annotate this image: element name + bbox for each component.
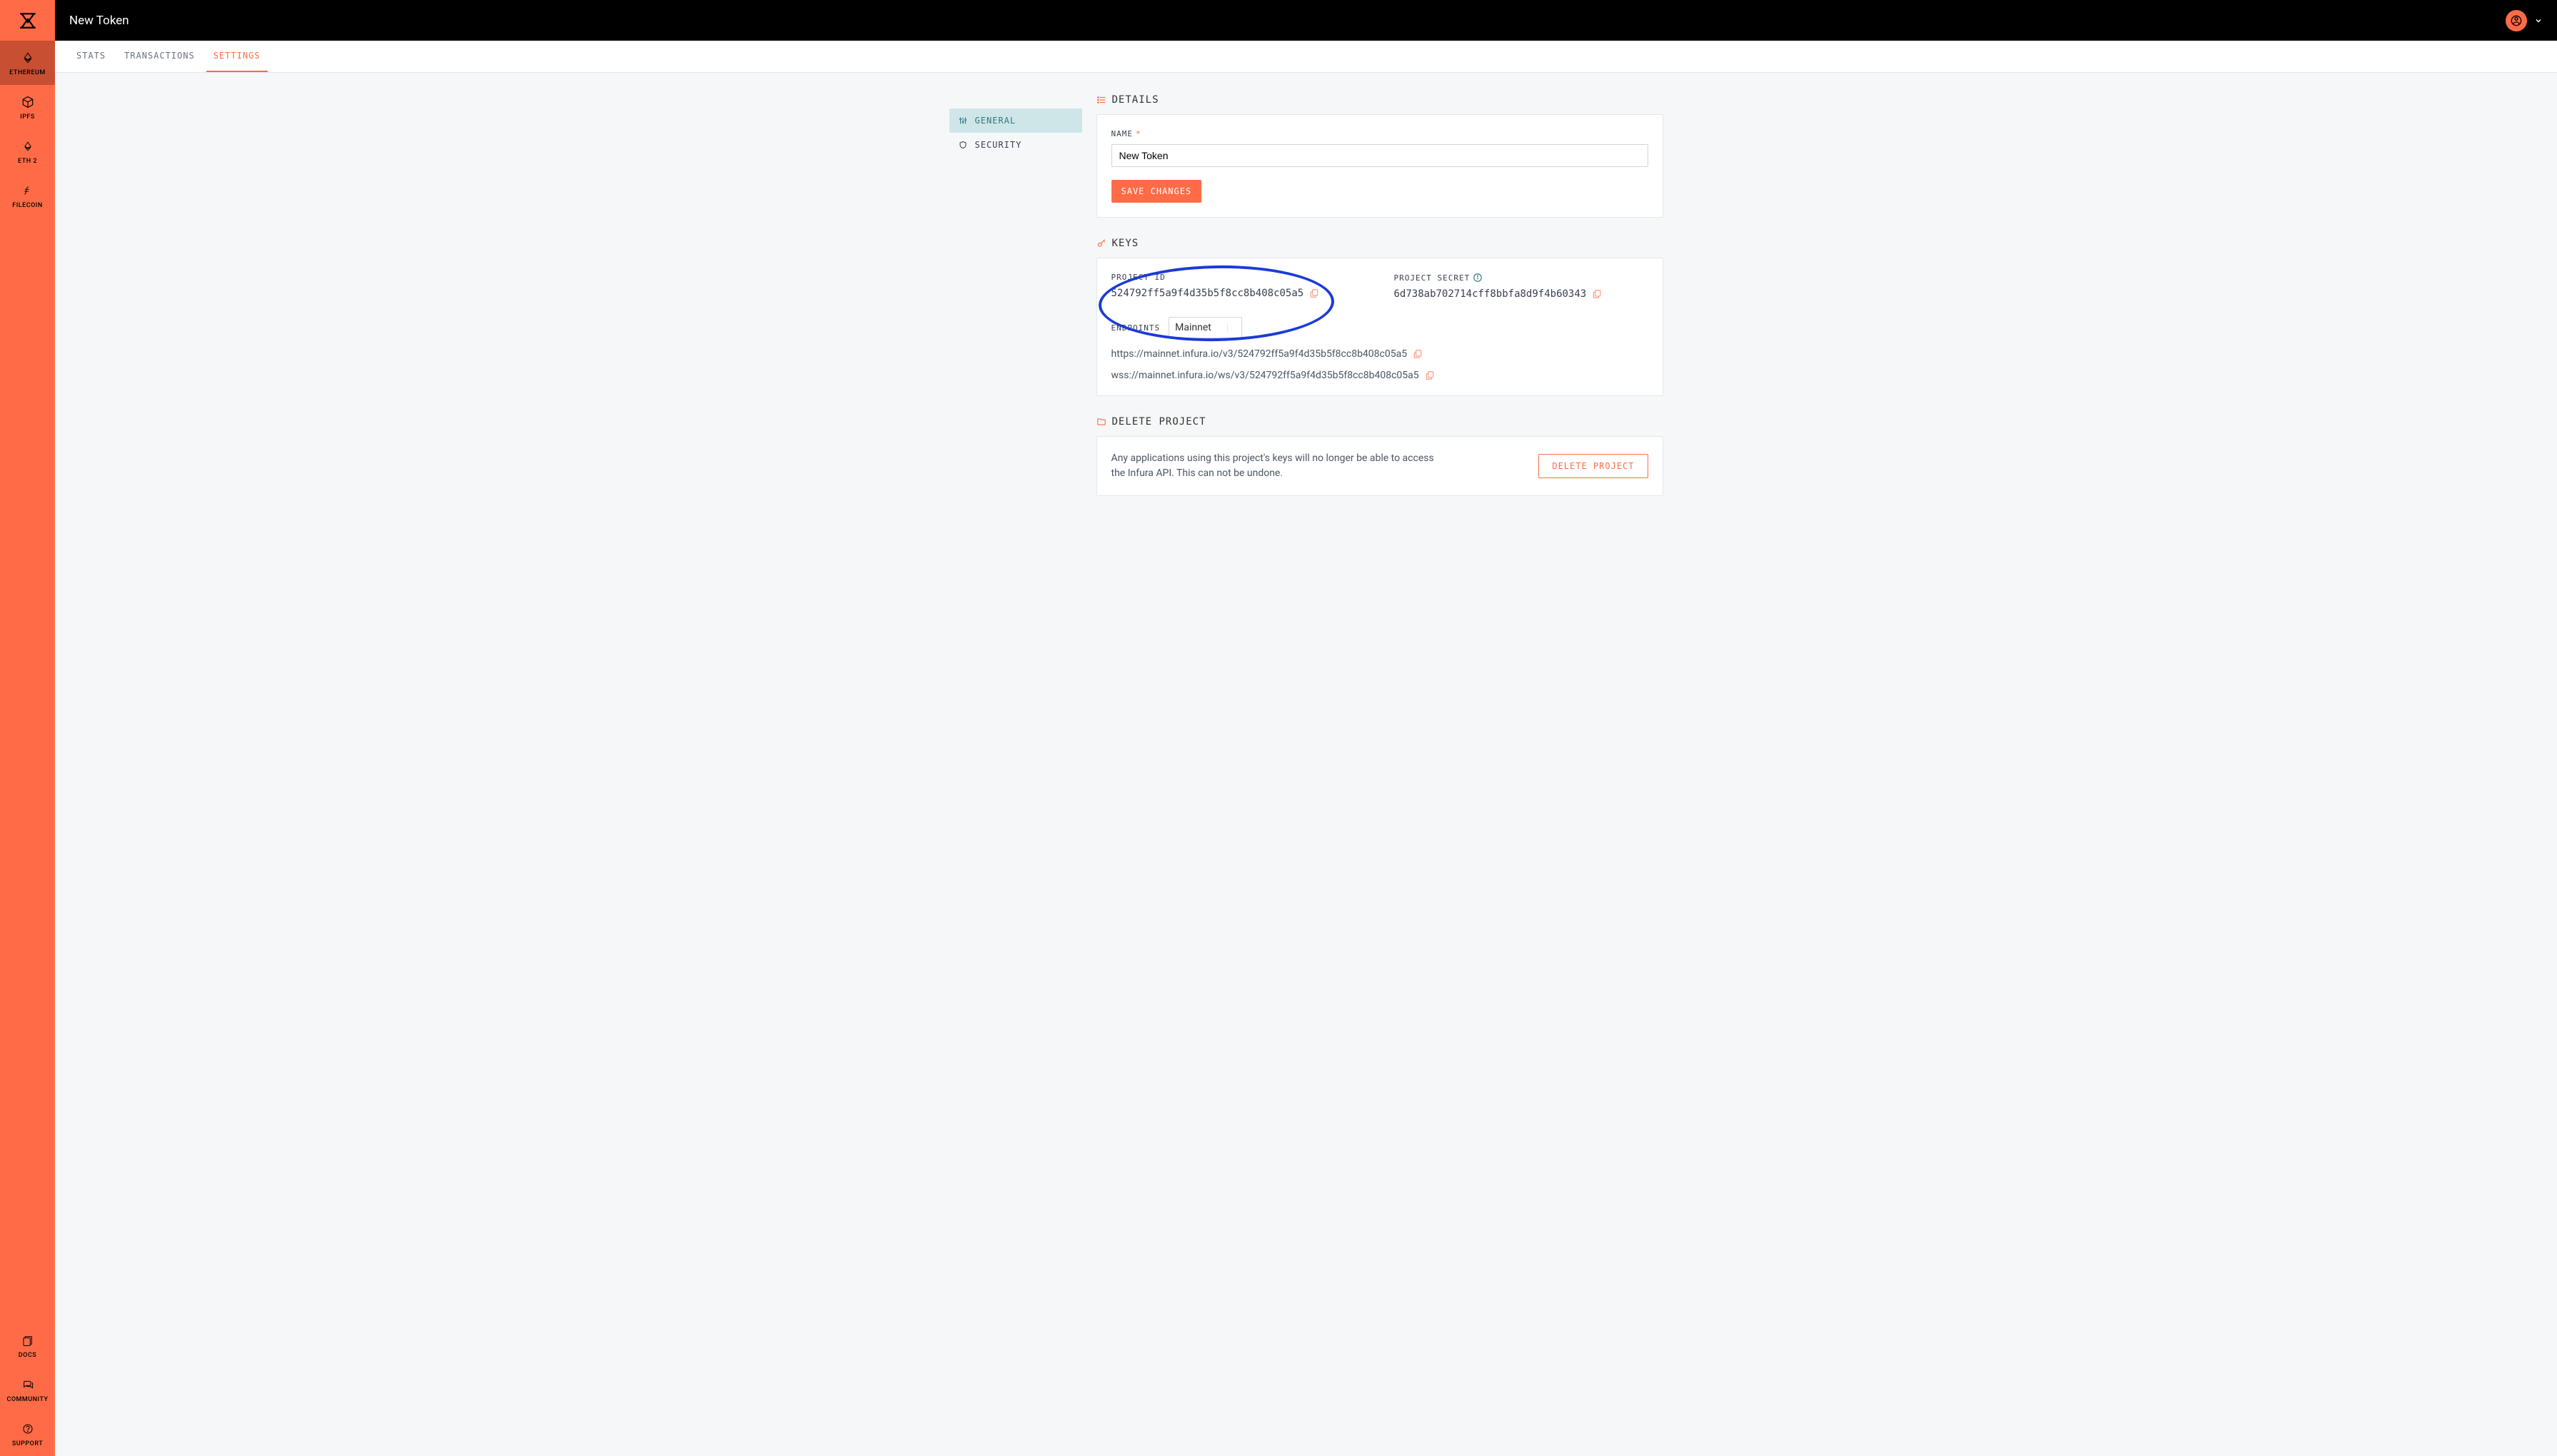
project-id-value: 524792ff5a9f4d35b5f8cc8b408c05a5 xyxy=(1111,288,1304,299)
filecoin-icon xyxy=(21,183,35,198)
field-label-name: NAME* xyxy=(1111,129,1648,138)
chevron-down-icon xyxy=(1227,323,1236,332)
cube-icon xyxy=(21,95,35,109)
help-icon xyxy=(21,1422,35,1436)
chat-icon xyxy=(21,1377,35,1392)
wss-endpoint: wss://mainnet.infura.io/ws/v3/524792ff5a… xyxy=(1111,370,1419,381)
subnav-item-label: SECURITY xyxy=(975,140,1022,150)
card-details: NAME* SAVE CHANGES xyxy=(1096,114,1663,218)
sidebar-item-ethereum[interactable]: ETHEREUM xyxy=(0,41,55,85)
ethereum-icon xyxy=(21,51,35,65)
sidebar: ETHEREUM IPFS ETH 2 FILECOIN xyxy=(0,0,55,1456)
endpoint-selected: Mainnet xyxy=(1175,322,1211,333)
project-secret-label: PROJECT SECRET xyxy=(1394,273,1648,283)
sidebar-item-eth2[interactable]: ETH 2 xyxy=(0,129,55,173)
copy-icon[interactable] xyxy=(1592,289,1602,299)
sidebar-item-label: DOCS xyxy=(19,1352,36,1359)
list-icon xyxy=(1096,95,1106,105)
copy-icon[interactable] xyxy=(1425,370,1435,380)
sidebar-item-label: FILECOIN xyxy=(12,202,42,209)
tab-transactions[interactable]: TRANSACTIONS xyxy=(117,41,202,72)
endpoint-select[interactable]: Mainnet xyxy=(1169,317,1242,338)
subnav-item-general[interactable]: GENERAL xyxy=(949,108,1082,133)
tabs: STATS TRANSACTIONS SETTINGS xyxy=(55,41,2557,73)
subnav-item-label: GENERAL xyxy=(975,116,1017,126)
sidebar-item-community[interactable]: COMMUNITY xyxy=(0,1367,55,1412)
topbar: New Token xyxy=(55,0,2557,41)
sidebar-item-docs[interactable]: DOCS xyxy=(0,1323,55,1367)
shield-icon xyxy=(958,140,968,150)
docs-icon xyxy=(21,1333,35,1348)
subnav-item-security[interactable]: SECURITY xyxy=(949,133,1082,157)
user-icon xyxy=(2511,15,2522,26)
sidebar-item-support[interactable]: SUPPORT xyxy=(0,1412,55,1456)
sidebar-item-label: ETH 2 xyxy=(18,158,37,165)
section-heading-delete: DELETE PROJECT xyxy=(1096,416,1663,428)
avatar[interactable] xyxy=(2506,10,2527,31)
sidebar-item-filecoin[interactable]: FILECOIN xyxy=(0,173,55,218)
key-icon xyxy=(1096,238,1106,248)
chevron-down-icon[interactable] xyxy=(2534,16,2543,25)
copy-icon[interactable] xyxy=(1413,349,1423,359)
tab-stats[interactable]: STATS xyxy=(69,41,113,72)
project-secret-value: 6d738ab702714cff8bbfa8d9f4b60343 xyxy=(1394,288,1587,300)
delete-description: Any applications using this project's ke… xyxy=(1111,451,1440,481)
https-endpoint: https://mainnet.infura.io/v3/524792ff5a9… xyxy=(1111,348,1408,360)
sidebar-item-label: ETHEREUM xyxy=(9,69,46,76)
infura-logo-icon xyxy=(19,11,37,30)
card-delete: Any applications using this project's ke… xyxy=(1096,436,1663,496)
sidebar-item-label: SUPPORT xyxy=(12,1440,43,1447)
copy-icon[interactable] xyxy=(1309,288,1319,298)
name-input[interactable] xyxy=(1111,144,1648,167)
logo[interactable] xyxy=(0,0,55,41)
endpoints-label: ENDPOINTS xyxy=(1111,323,1161,333)
delete-project-button[interactable]: DELETE PROJECT xyxy=(1538,454,1648,478)
sidebar-item-label: IPFS xyxy=(20,113,35,121)
folder-icon xyxy=(1096,417,1106,427)
ethereum-icon xyxy=(21,139,35,153)
project-id-label: PROJECT ID xyxy=(1111,273,1366,282)
save-button[interactable]: SAVE CHANGES xyxy=(1111,180,1202,203)
tab-settings[interactable]: SETTINGS xyxy=(206,41,268,72)
page-title: New Token xyxy=(69,14,129,28)
sliders-icon xyxy=(958,116,968,126)
info-icon[interactable] xyxy=(1473,273,1483,283)
sidebar-item-label: COMMUNITY xyxy=(6,1396,48,1403)
subnav: GENERAL SECURITY xyxy=(949,94,1082,1435)
sidebar-item-ipfs[interactable]: IPFS xyxy=(0,85,55,129)
section-heading-details: DETAILS xyxy=(1096,94,1663,106)
card-keys: PROJECT ID 524792ff5a9f4d35b5f8cc8b408c0… xyxy=(1096,258,1663,396)
section-heading-keys: KEYS xyxy=(1096,238,1663,249)
